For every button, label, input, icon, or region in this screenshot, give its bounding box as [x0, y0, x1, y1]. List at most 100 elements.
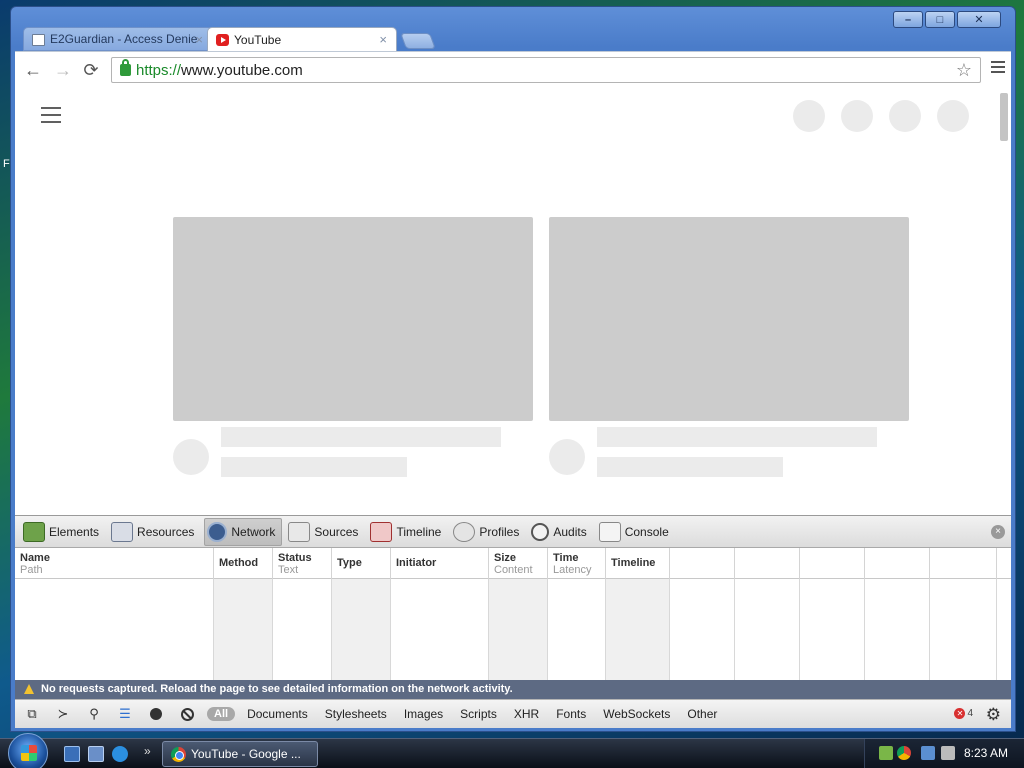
tray-app-icon[interactable] — [879, 746, 893, 760]
clear-icon — [180, 707, 194, 721]
filter-images[interactable]: Images — [404, 707, 443, 721]
new-tab-button[interactable] — [400, 33, 436, 49]
column-initiator[interactable]: Initiator — [391, 548, 489, 579]
show-desktop-icon[interactable] — [64, 746, 80, 762]
devtools-panel: Elements Resources Network Sources Timel… — [15, 515, 1011, 728]
tab-close-button[interactable]: × — [379, 32, 387, 47]
devtools-close-button[interactable]: × — [991, 525, 1005, 539]
column-size[interactable]: Size Content — [489, 548, 548, 579]
column-subtitle: Content — [494, 564, 533, 576]
tab-audits[interactable]: Audits — [529, 518, 592, 546]
column-status[interactable]: Status Text — [273, 548, 332, 579]
column-title: Type — [337, 557, 362, 569]
page-scrollbar[interactable] — [997, 87, 1011, 515]
column-time[interactable]: Time Latency — [548, 548, 606, 579]
video-thumbnail-placeholder — [549, 217, 909, 421]
error-count: 4 — [967, 708, 973, 719]
meta-line-placeholder — [597, 457, 783, 477]
tab-label: Network — [231, 524, 276, 539]
taskbar-button-label: YouTube - Google ... — [191, 747, 301, 761]
tab-elements[interactable]: Elements — [21, 518, 105, 546]
chrome-menu-button[interactable] — [991, 61, 1005, 76]
tab-youtube[interactable]: YouTube × — [207, 27, 397, 51]
filter-other[interactable]: Other — [687, 707, 717, 721]
tab-label: Audits — [553, 524, 587, 539]
record-button[interactable] — [145, 704, 167, 724]
body-column — [865, 579, 930, 680]
bookmark-star-icon[interactable]: ☆ — [956, 60, 972, 81]
taskbar: » YouTube - Google ... 8:23 AM — [0, 733, 1024, 768]
error-icon: ✕ — [954, 708, 966, 719]
minimize-button[interactable]: – — [893, 11, 923, 28]
filter-all[interactable]: All — [207, 707, 236, 721]
error-counter[interactable]: ✕ 4 — [954, 708, 973, 719]
lock-icon — [120, 59, 131, 76]
tab-sources[interactable]: Sources — [286, 518, 364, 546]
column-method[interactable]: Method — [214, 548, 273, 579]
window-controls: – □ ✕ — [893, 11, 1001, 28]
warning-icon — [24, 684, 34, 694]
start-button[interactable] — [8, 733, 48, 768]
timeline-grid-column — [670, 548, 735, 579]
tab-strip: E2Guardian - Access Denie × YouTube × — [23, 27, 436, 51]
large-rows-icon[interactable]: ☰ — [114, 704, 136, 724]
dock-toggle-icon[interactable]: ⧉ — [21, 704, 43, 724]
console-icon — [598, 521, 621, 542]
switch-windows-icon[interactable] — [88, 746, 104, 762]
body-column — [548, 579, 606, 680]
guide-menu-icon[interactable] — [41, 107, 61, 128]
tab-title: E2Guardian - Access Denie — [50, 32, 198, 46]
close-window-button[interactable]: ✕ — [957, 11, 1001, 28]
column-subtitle: Text — [278, 564, 299, 576]
filter-xhr[interactable]: XHR — [514, 707, 539, 721]
reload-button[interactable]: ⟳ — [81, 60, 101, 80]
forward-button[interactable]: → — [53, 60, 73, 80]
clear-button[interactable] — [176, 704, 198, 724]
scrollbar-thumb[interactable] — [1000, 93, 1008, 141]
audits-icon — [531, 522, 550, 541]
search-icon[interactable]: ⚲ — [83, 704, 105, 724]
back-button[interactable]: ← — [23, 60, 43, 80]
gear-icon[interactable]: ⚙ — [986, 705, 1001, 725]
body-column — [606, 579, 670, 680]
network-tray-icon[interactable] — [921, 746, 935, 760]
body-column — [800, 579, 865, 680]
filter-scripts[interactable]: Scripts — [460, 707, 497, 721]
filter-fonts[interactable]: Fonts — [556, 707, 586, 721]
tab-timeline[interactable]: Timeline — [368, 518, 447, 546]
filter-stylesheets[interactable]: Stylesheets — [325, 707, 387, 721]
title-line-placeholder — [597, 427, 877, 447]
elements-icon — [23, 521, 45, 542]
show-console-icon[interactable]: ≻ — [52, 704, 74, 724]
maximize-button[interactable]: □ — [925, 11, 955, 28]
tab-resources[interactable]: Resources — [109, 518, 200, 546]
filter-websockets[interactable]: WebSockets — [603, 707, 670, 721]
address-bar[interactable]: https://www.youtube.com ☆ — [111, 57, 981, 83]
column-name[interactable]: Name Path — [15, 548, 214, 579]
filter-documents[interactable]: Documents — [247, 707, 308, 721]
tab-console[interactable]: Console — [597, 518, 675, 546]
body-column — [670, 579, 735, 680]
tab-close-button[interactable]: × — [195, 32, 203, 47]
column-title: Method — [219, 557, 259, 569]
quick-launch-more-icon[interactable]: » — [144, 744, 151, 758]
header-placeholder-circle — [937, 100, 969, 132]
internet-explorer-icon[interactable] — [112, 746, 128, 762]
youtube-page — [15, 87, 1011, 515]
system-clock[interactable]: 8:23 AM — [964, 746, 1008, 760]
column-timeline[interactable]: Timeline — [606, 548, 670, 579]
sources-icon — [288, 521, 311, 542]
youtube-icon — [216, 34, 229, 46]
tab-network[interactable]: Network — [204, 517, 283, 546]
tab-profiles[interactable]: Profiles — [451, 518, 525, 546]
body-column — [735, 579, 800, 680]
tab-e2guardian[interactable]: E2Guardian - Access Denie × — [23, 27, 213, 51]
header-placeholder-circle — [793, 100, 825, 132]
tab-label: Resources — [137, 524, 195, 539]
column-title: Time — [553, 552, 579, 564]
tray-chrome-icon[interactable] — [897, 746, 911, 760]
column-type[interactable]: Type — [332, 548, 391, 579]
profiles-icon — [453, 521, 476, 542]
taskbar-button-chrome[interactable]: YouTube - Google ... — [162, 741, 318, 767]
volume-muted-icon[interactable] — [941, 746, 955, 760]
